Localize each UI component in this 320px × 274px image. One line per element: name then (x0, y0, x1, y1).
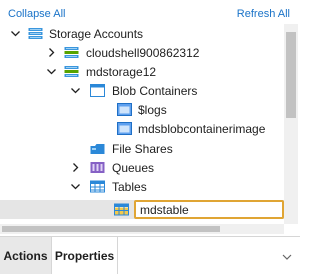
storage-account-icon (64, 46, 79, 59)
refresh-all-link[interactable]: Refresh All (237, 8, 290, 20)
chevron-down-icon[interactable] (46, 66, 57, 77)
collapse-all-link[interactable]: Collapse All (8, 8, 65, 20)
bottom-tab-bar: Actions Properties (0, 236, 300, 274)
tree-item-label: Tables (112, 180, 147, 194)
tree-item-cloudshell[interactable]: cloudshell900862312 (0, 43, 284, 62)
tables-icon (90, 180, 105, 193)
tab-properties[interactable]: Properties (52, 237, 118, 274)
tab-actions[interactable]: Actions (0, 237, 52, 274)
tree-item-label: Blob Containers (112, 84, 198, 98)
tree-item-label: mdsblobcontainerimage (138, 122, 266, 136)
horizontal-scrollbar-thumb[interactable] (2, 226, 220, 232)
chevron-right-icon[interactable] (46, 47, 57, 58)
tree-item-tables[interactable]: Tables (0, 177, 284, 196)
explorer-toolbar: Collapse All Refresh All (0, 0, 300, 24)
tree-item-label: $logs (138, 103, 167, 117)
chevron-down-icon[interactable] (10, 28, 21, 39)
vertical-scrollbar-thumb[interactable] (286, 32, 296, 118)
queues-icon (90, 161, 105, 174)
blob-container-icon (117, 103, 132, 116)
tree-item-logs[interactable]: $logs (0, 100, 284, 119)
tree-item-label: cloudshell900862312 (86, 46, 200, 60)
tree-item-queues[interactable]: Queues (0, 158, 284, 177)
explorer-tree: Storage Accounts cloudshell900862312 mds… (0, 24, 284, 224)
tree-item-label: File Shares (112, 142, 173, 156)
tree-item-mdstorage12[interactable]: mdstorage12 (0, 62, 284, 81)
chevron-right-icon[interactable] (70, 162, 81, 173)
vertical-scrollbar[interactable] (284, 24, 298, 224)
chevron-down-icon[interactable] (70, 85, 81, 96)
chevron-down-icon[interactable] (70, 181, 81, 192)
tree-item-label: mdstorage12 (86, 65, 157, 79)
chevron-down-icon[interactable] (282, 251, 292, 261)
storage-accounts-icon (28, 27, 43, 40)
table-name-input[interactable] (134, 200, 284, 219)
tree-item-storage-accounts[interactable]: Storage Accounts (0, 24, 284, 43)
file-shares-icon (90, 142, 105, 155)
blob-containers-icon (90, 84, 105, 97)
tree-item-mdsblobcontainerimage[interactable]: mdsblobcontainerimage (0, 119, 284, 138)
table-icon (114, 203, 129, 216)
storage-account-icon (64, 65, 79, 78)
tree-item-file-shares[interactable]: File Shares (0, 139, 284, 158)
tree-item-label: Queues (112, 161, 155, 175)
tree-item-label: Storage Accounts (49, 27, 144, 41)
blob-container-icon (117, 122, 132, 135)
tree-item-new-table[interactable] (0, 200, 284, 219)
horizontal-scrollbar[interactable] (0, 224, 284, 234)
tree-item-blob-containers[interactable]: Blob Containers (0, 81, 284, 100)
